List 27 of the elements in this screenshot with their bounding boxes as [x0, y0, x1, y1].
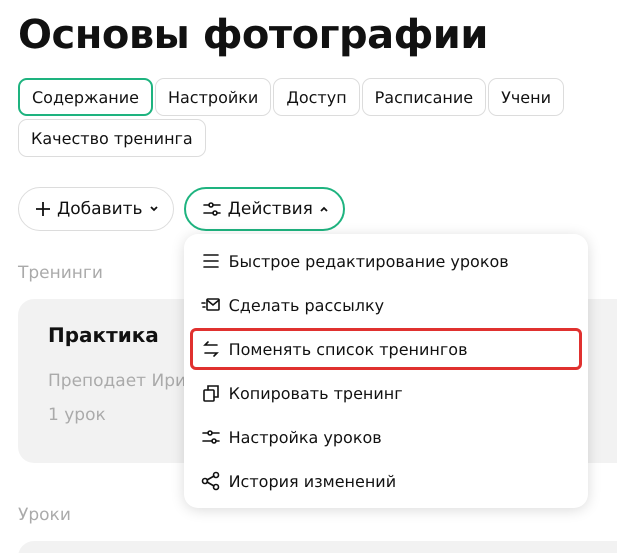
add-button[interactable]: Добавить [18, 187, 174, 231]
menu-item[interactable]: Настройка уроков [190, 416, 582, 458]
menu-item[interactable]: Поменять список тренингов [190, 328, 582, 370]
copy-icon [200, 383, 221, 403]
menu-item[interactable]: Копировать тренинг [190, 372, 582, 414]
swap-arrows-icon [200, 339, 221, 359]
tab[interactable]: Настройки [154, 78, 272, 116]
chevron-icon [148, 204, 159, 214]
page-title: Основы фотографии [18, 11, 489, 60]
share-icon [200, 471, 221, 491]
section-heading: Тренинги [18, 263, 103, 283]
tab[interactable]: Содержание [18, 78, 153, 116]
menu-item[interactable]: Быстрое редактирование уроков [190, 240, 582, 282]
actions-button[interactable]: Действия [184, 187, 345, 231]
tab[interactable]: Качество тренинга [18, 119, 206, 157]
tab[interactable]: Доступ [273, 78, 360, 116]
section-heading: Уроки [18, 505, 71, 525]
lesson-count: 1 урок [48, 405, 107, 425]
menu-item[interactable]: История изменений [190, 460, 582, 502]
menu-icon [200, 251, 221, 271]
tab[interactable]: Учени [488, 78, 564, 116]
card-title: Практика [48, 323, 160, 347]
teacher-text: Преподает Ири [48, 371, 188, 391]
plus-icon [35, 201, 51, 217]
menu-item[interactable]: Сделать рассылку [190, 284, 582, 326]
chevron-icon [318, 204, 329, 214]
tab[interactable]: Расписание [362, 78, 486, 116]
